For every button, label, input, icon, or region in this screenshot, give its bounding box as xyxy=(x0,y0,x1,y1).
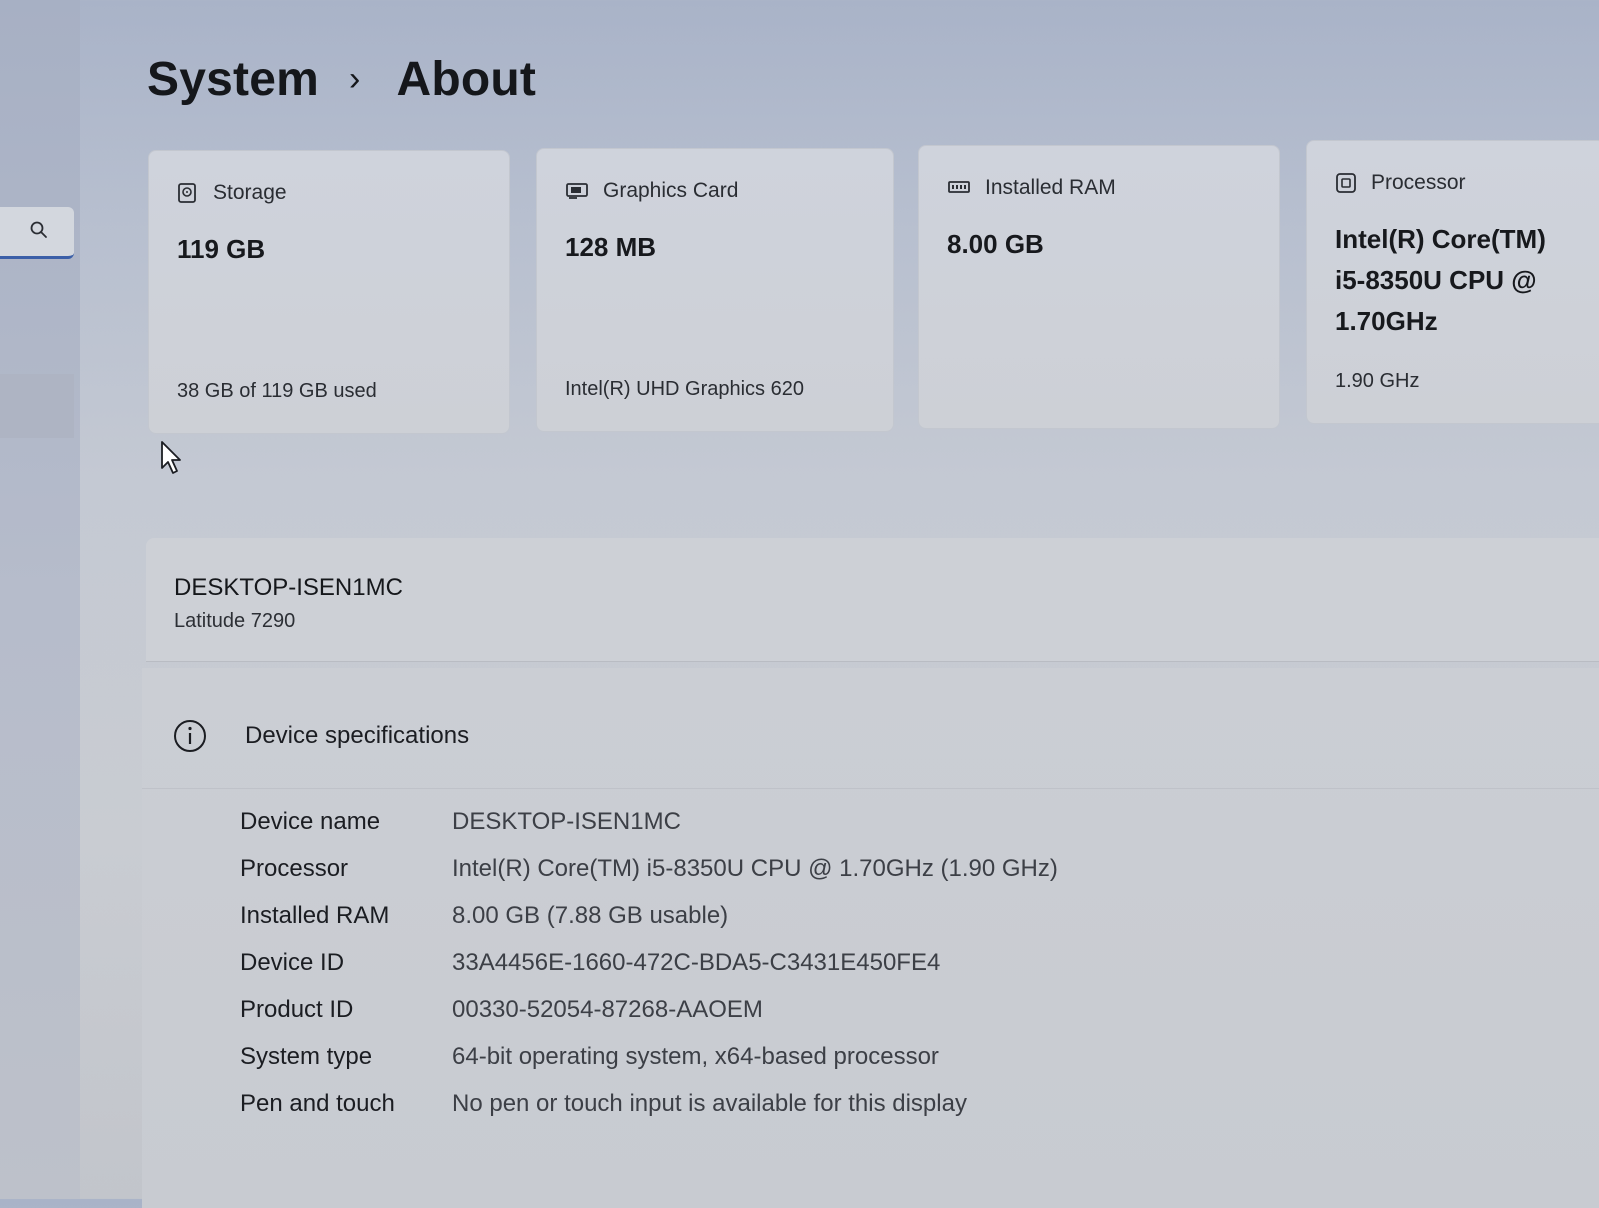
spec-value: 8.00 GB (7.88 GB usable) xyxy=(452,901,729,929)
graphics-memory-value: 128 MB xyxy=(565,232,657,262)
graphics-card-model: Intel(R) UHD Graphics 620 xyxy=(565,378,804,400)
storage-label: Storage xyxy=(213,181,287,204)
spec-row-product-id: Product ID 00330-52054-87268-AAOEM xyxy=(240,986,1058,1033)
processor-value-line-1: Intel(R) Core(TM) xyxy=(1335,224,1546,254)
spec-label: Product ID xyxy=(240,995,354,1023)
spec-value: Intel(R) Core(TM) i5-8350U CPU @ 1.70GHz… xyxy=(452,854,1058,882)
spec-value: No pen or touch input is available for t… xyxy=(452,1089,967,1117)
spec-label: System type xyxy=(240,1042,373,1070)
nav-item-selected[interactable] xyxy=(0,374,74,438)
spec-row-device-id: Device ID 33A4456E-1660-472C-BDA5-C3431E… xyxy=(240,939,1058,986)
spec-row-system-type: System type 64-bit operating system, x64… xyxy=(240,1033,1058,1080)
installed-ram-label: Installed RAM xyxy=(985,176,1116,199)
spec-row-processor: Processor Intel(R) Core(TM) i5-8350U CPU… xyxy=(240,845,1058,892)
search-box[interactable] xyxy=(0,207,74,259)
processor-value-line-2: i5-8350U CPU @ xyxy=(1335,265,1537,295)
spec-value: DESKTOP-ISEN1MC xyxy=(452,807,681,835)
processor-label: Processor xyxy=(1371,171,1466,194)
spec-value: 33A4456E-1660-472C-BDA5-C3431E450FE4 xyxy=(452,948,941,976)
navigation-pane xyxy=(0,0,80,1199)
spec-table: Device name DESKTOP-ISEN1MC Processor In… xyxy=(240,798,1058,1127)
processor-value-line-3: 1.70GHz xyxy=(1335,306,1438,336)
graphics-card-icon xyxy=(566,183,588,199)
spec-label: Processor xyxy=(240,854,349,882)
ram-icon xyxy=(948,181,970,193)
installed-ram-value: 8.00 GB xyxy=(947,229,1044,259)
storage-card[interactable]: Storage 119 GB 38 GB of 119 GB used xyxy=(148,150,510,434)
processor-value: Intel(R) Core(TM) i5-8350U CPU @ 1.70GHz xyxy=(1335,219,1577,342)
mouse-cursor-icon xyxy=(160,440,186,481)
breadcrumb-parent[interactable]: System xyxy=(147,52,319,107)
graphics-card-card[interactable]: Graphics Card 128 MB Intel(R) UHD Graphi… xyxy=(536,148,894,432)
device-specifications-panel: Device specifications Device name DESKTO… xyxy=(142,668,1599,1208)
spec-label: Pen and touch xyxy=(240,1089,395,1117)
page-title: About xyxy=(396,53,537,106)
divider xyxy=(142,788,1599,789)
breadcrumb: System › About xyxy=(147,52,536,107)
processor-speed: 1.90 GHz xyxy=(1335,370,1420,392)
installed-ram-card[interactable]: Installed RAM 8.00 GB xyxy=(918,145,1280,429)
device-specifications-title: Device specifications xyxy=(245,722,470,749)
spec-row-device-name: Device name DESKTOP-ISEN1MC xyxy=(240,798,1058,845)
spec-label: Device ID xyxy=(240,948,345,976)
graphics-card-label: Graphics Card xyxy=(603,179,739,202)
info-icon xyxy=(174,720,206,752)
storage-value: 119 GB xyxy=(177,234,266,264)
spec-label: Installed RAM xyxy=(240,901,390,929)
spec-value: 00330-52054-87268-AAOEM xyxy=(452,995,763,1023)
breadcrumb-separator: › xyxy=(348,60,361,98)
processor-icon xyxy=(1336,173,1356,193)
spec-label: Device name xyxy=(240,807,381,835)
search-icon xyxy=(29,220,49,245)
processor-card[interactable]: Processor Intel(R) Core(TM) i5-8350U CPU… xyxy=(1306,140,1599,424)
storage-usage: 38 GB of 119 GB used xyxy=(177,380,377,402)
device-rename-panel[interactable]: DESKTOP-ISEN1MC Latitude 7290 xyxy=(146,538,1599,662)
spec-row-installed-ram: Installed RAM 8.00 GB (7.88 GB usable) xyxy=(240,892,1058,939)
storage-icon xyxy=(178,183,196,203)
device-model: Latitude 7290 xyxy=(174,610,296,632)
device-name-heading: DESKTOP-ISEN1MC xyxy=(174,574,403,601)
spec-row-pen-and-touch: Pen and touch No pen or touch input is a… xyxy=(240,1080,1058,1127)
spec-value: 64-bit operating system, x64-based proce… xyxy=(452,1042,939,1070)
device-specifications-header[interactable]: Device specifications xyxy=(172,718,469,754)
